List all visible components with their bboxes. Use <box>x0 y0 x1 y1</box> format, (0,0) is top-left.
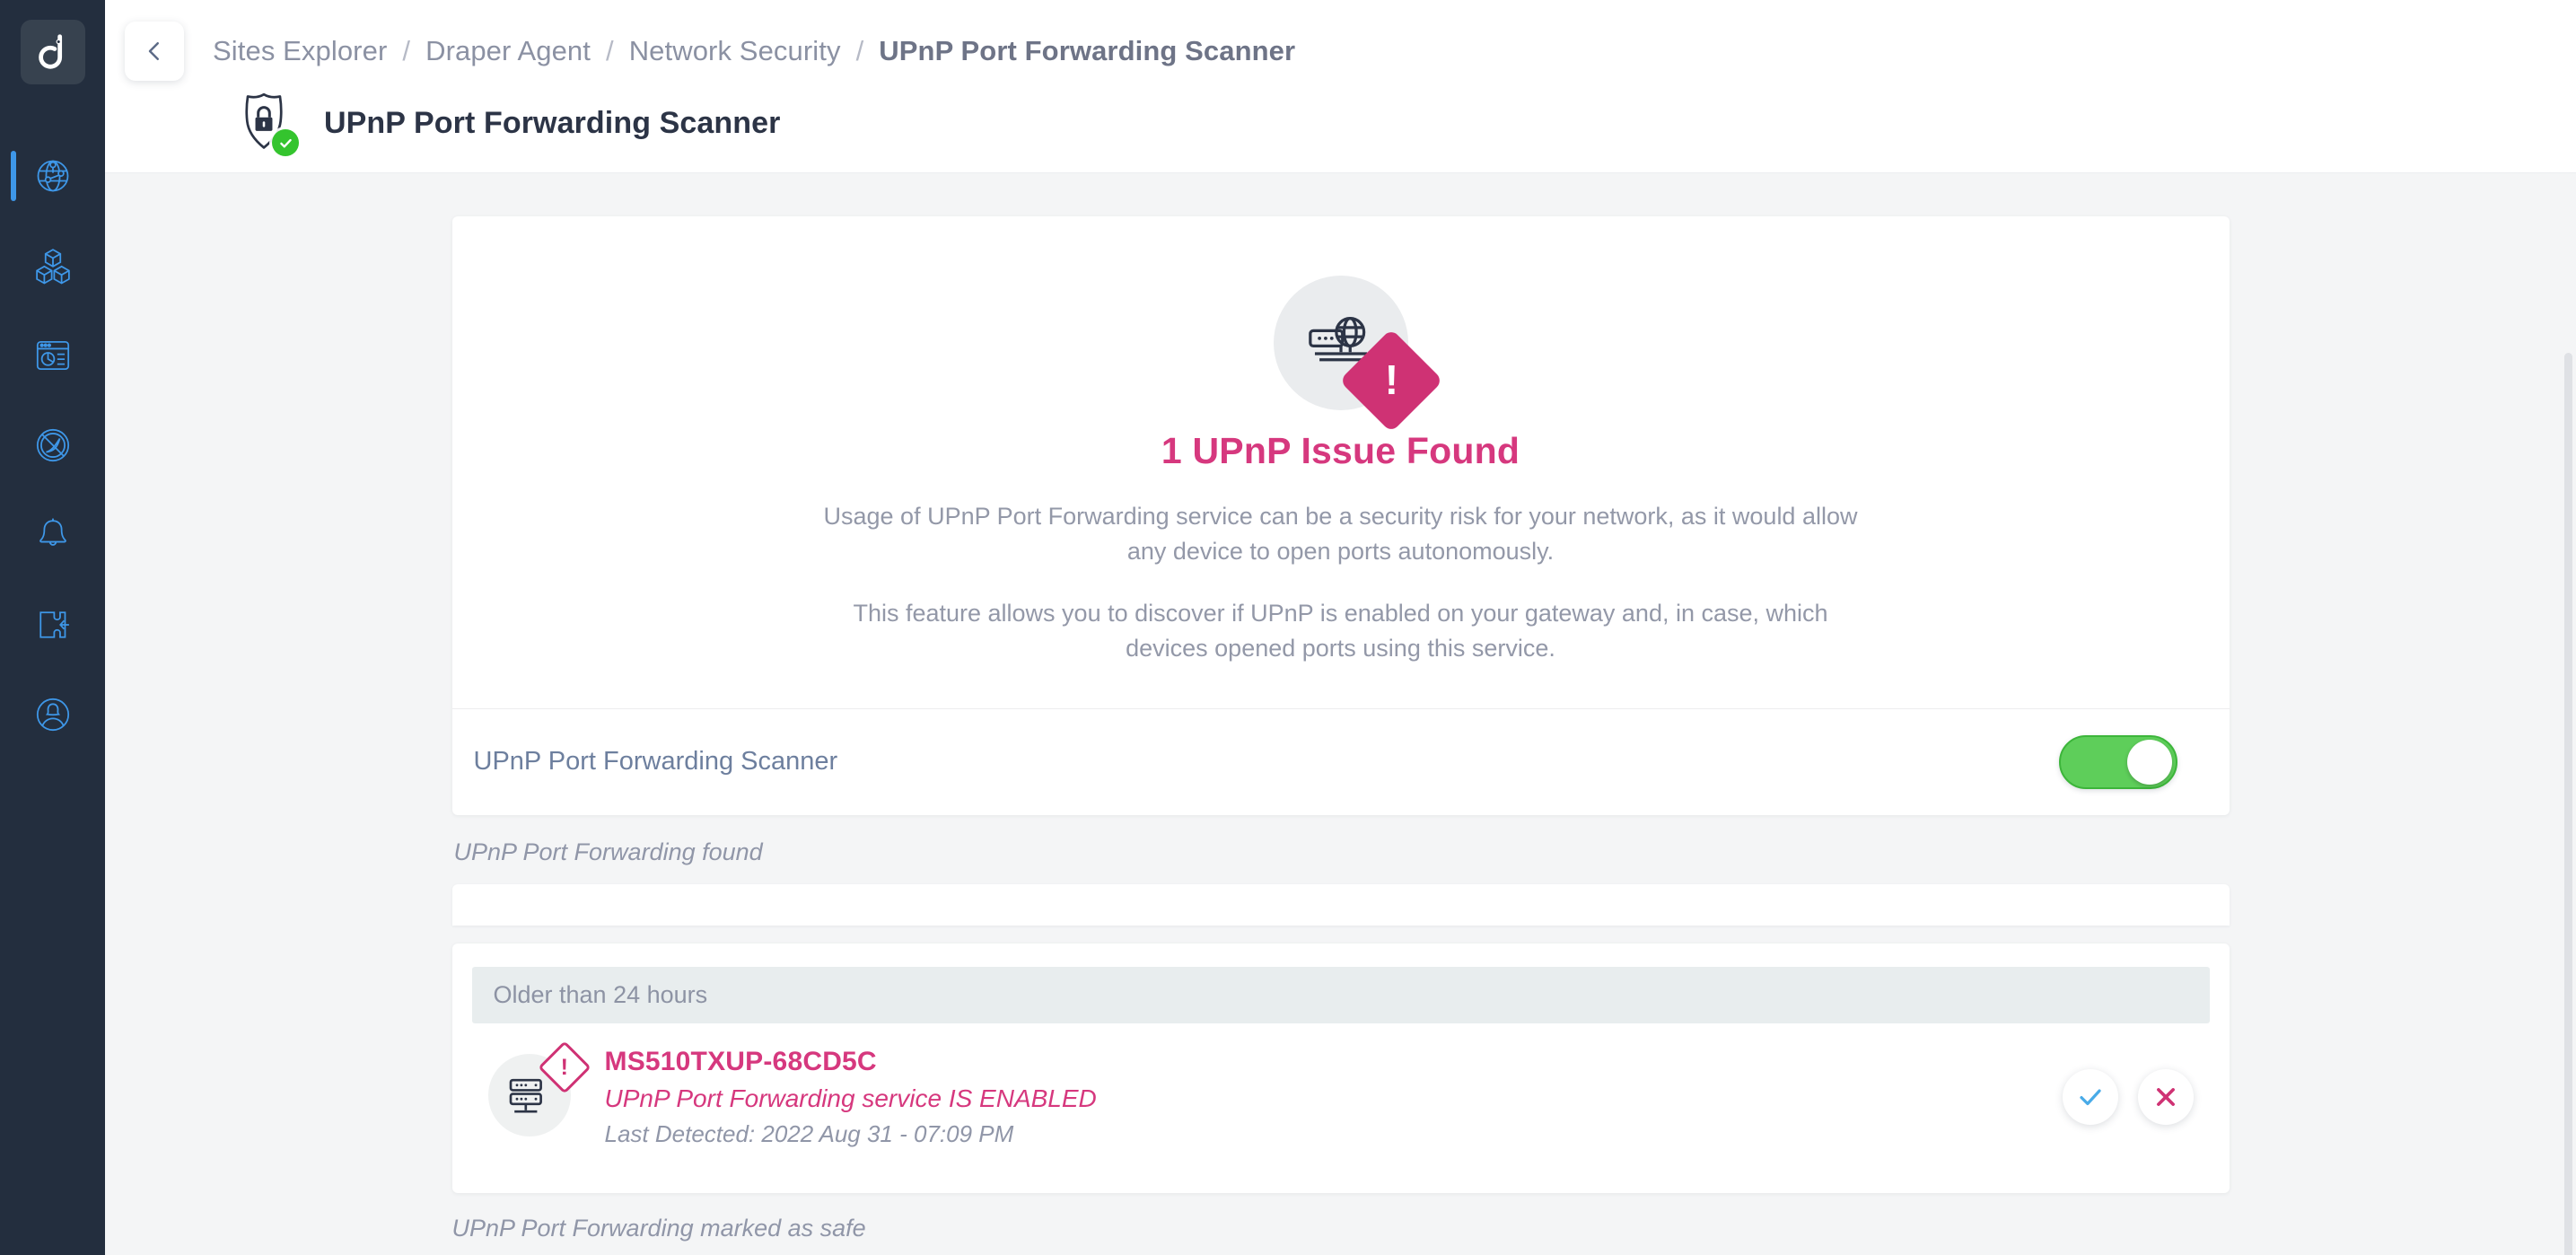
device-last-detected: Last Detected: 2022 Aug 31 - 07:09 PM <box>604 1119 1014 1147</box>
sidebar-item-monitoring[interactable] <box>0 400 105 490</box>
sidebar-item-reports[interactable] <box>0 311 105 400</box>
dashboard-report-icon <box>36 340 69 371</box>
page-title: UPnP Port Forwarding Scanner <box>324 105 781 140</box>
safe-section-label: UPnP Port Forwarding marked as safe <box>451 1214 866 1242</box>
hero-section: ! 1 UPnP Issue Found Usage of UPnP Port … <box>451 216 2230 709</box>
back-button[interactable] <box>125 22 184 81</box>
hero-icon-wrap: ! <box>1273 276 1443 433</box>
breadcrumb-row: Sites Explorer / Draper Agent / Network … <box>105 0 2576 86</box>
table-row: ! MS510TXUP-68CD5C UPnP Port Forwarding … <box>472 1023 2210 1157</box>
page-title-row: UPnP Port Forwarding Scanner <box>105 92 2576 156</box>
main-area: Sites Explorer / Draper Agent / Network … <box>105 0 2576 1255</box>
device-icon-wrap: ! <box>487 1040 591 1140</box>
globe-network-icon <box>37 160 68 192</box>
title-icon-wrap <box>238 92 299 156</box>
breadcrumb-item-sites-explorer[interactable]: Sites Explorer <box>213 35 387 67</box>
sidebar-item-alerts[interactable] <box>0 490 105 580</box>
domotz-logo[interactable] <box>20 20 85 84</box>
puzzle-piece-icon <box>39 611 69 638</box>
breadcrumb-separator: / <box>402 35 411 66</box>
result-text-block: MS510TXUP-68CD5C UPnP Port Forwarding se… <box>605 1047 2063 1148</box>
found-results-card: Older than 24 hours ! MS510TXUP-68CD5C U… <box>451 943 2230 1193</box>
sidebar <box>0 0 105 1255</box>
scanner-toggle-row: UPnP Port Forwarding Scanner <box>452 709 2230 815</box>
server-rack-icon <box>509 1078 542 1113</box>
mark-as-safe-button[interactable] <box>2062 1069 2118 1126</box>
found-section-label: UPnP Port Forwarding found <box>453 838 763 865</box>
check-icon <box>2079 1089 2101 1106</box>
chevron-left-icon <box>148 42 159 60</box>
breadcrumb-separator: / <box>855 35 864 66</box>
issue-count-heading: 1 UPnP Issue Found <box>1161 430 1520 471</box>
found-card-top-strip <box>451 883 2230 926</box>
device-status-text: UPnP Port Forwarding service IS ENABLED <box>604 1084 1097 1112</box>
breadcrumb-item-draper-agent[interactable]: Draper Agent <box>425 35 591 67</box>
scanner-toggle-switch[interactable] <box>2058 734 2177 789</box>
bell-icon <box>39 518 66 546</box>
sidebar-nav <box>0 131 105 759</box>
group-header-older-than-24h: Older than 24 hours <box>471 966 2210 1023</box>
sidebar-item-account[interactable] <box>0 670 105 759</box>
scanner-card: ! 1 UPnP Issue Found Usage of UPnP Port … <box>451 216 2230 815</box>
toggle-knob <box>2126 739 2172 785</box>
close-x-icon <box>2156 1088 2175 1106</box>
dismiss-button[interactable] <box>2137 1069 2194 1126</box>
content-scroll-area: ! 1 UPnP Issue Found Usage of UPnP Port … <box>105 173 2576 1255</box>
topbar: Sites Explorer / Draper Agent / Network … <box>105 0 2576 173</box>
hero-paragraph-2: This feature allows you to discover if U… <box>853 600 1828 663</box>
scanner-toggle-label: UPnP Port Forwarding Scanner <box>473 747 838 777</box>
alert-mark: ! <box>1384 356 1398 404</box>
compass-gauge-icon <box>36 428 69 462</box>
sidebar-item-integrations[interactable] <box>0 580 105 670</box>
sidebar-item-network-globe[interactable] <box>0 131 105 221</box>
breadcrumb-item-network-security[interactable]: Network Security <box>629 35 841 67</box>
check-glyph-icon <box>279 138 292 148</box>
breadcrumb-separator: / <box>605 35 614 66</box>
content-scrollbar[interactable] <box>2564 353 2572 1255</box>
app-root: Sites Explorer / Draper Agent / Network … <box>0 0 2576 1255</box>
user-circle-icon <box>36 698 69 732</box>
check-badge-icon <box>272 129 299 156</box>
cubes-icon <box>35 249 70 285</box>
sidebar-item-inventory[interactable] <box>0 221 105 311</box>
device-name-link[interactable]: MS510TXUP-68CD5C <box>605 1047 2063 1077</box>
warning-mark: ! <box>560 1054 568 1080</box>
hero-paragraph-1: Usage of UPnP Port Forwarding service ca… <box>823 503 1858 566</box>
breadcrumb: Sites Explorer / Draper Agent / Network … <box>213 35 1295 67</box>
domotz-logo-icon <box>38 34 62 69</box>
breadcrumb-item-current: UPnP Port Forwarding Scanner <box>879 35 1296 66</box>
row-actions <box>2062 1069 2194 1126</box>
